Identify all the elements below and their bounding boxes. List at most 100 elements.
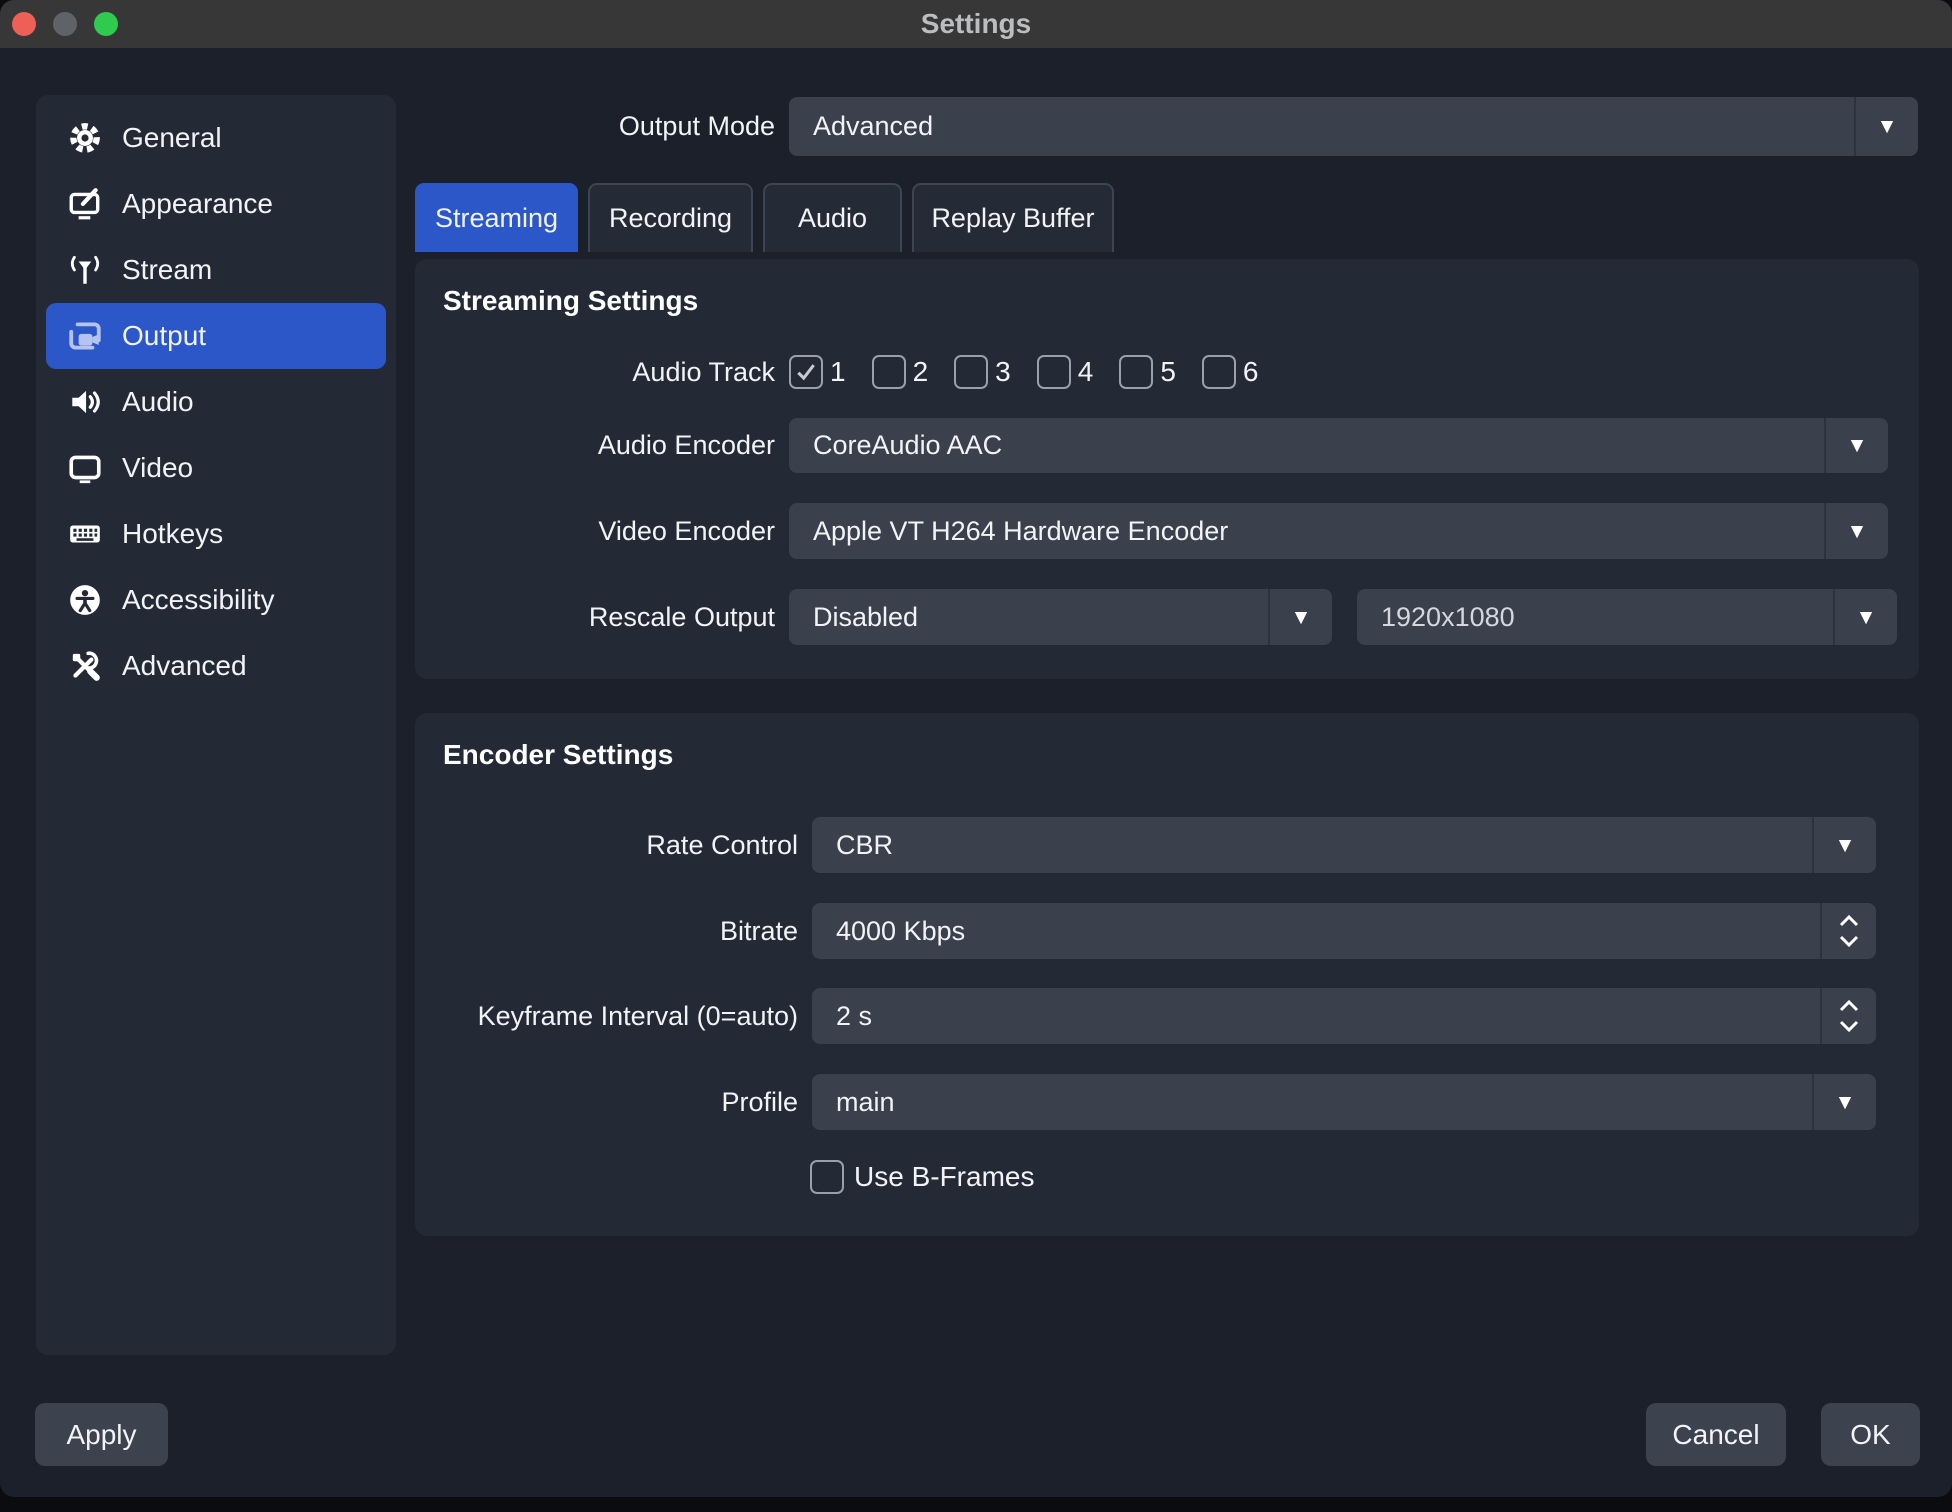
video-encoder-value: Apple VT H264 Hardware Encoder	[813, 516, 1228, 547]
chevron-down-icon	[1838, 935, 1860, 948]
rescale-resolution-value: 1920x1080	[1381, 602, 1515, 633]
rate-control-select[interactable]: CBR ▼	[812, 817, 1876, 873]
person-circle-icon	[66, 581, 104, 619]
close-button[interactable]	[12, 12, 36, 36]
use-bframes-checkbox[interactable]	[810, 1160, 844, 1194]
sidebar-item-label: Appearance	[122, 188, 273, 220]
window-title: Settings	[921, 8, 1031, 40]
profile-value: main	[836, 1087, 895, 1118]
chevron-down-icon: ▼	[1833, 589, 1897, 645]
chevron-up-icon	[1838, 999, 1860, 1012]
chevron-down-icon	[1838, 1020, 1860, 1033]
sidebar-item-label: Video	[122, 452, 193, 484]
checkmark-icon	[793, 359, 819, 385]
audio-encoder-select[interactable]: CoreAudio AAC ▼	[789, 418, 1888, 473]
gear-icon	[66, 119, 104, 157]
sidebar-item-output[interactable]: Output	[46, 303, 386, 369]
keyboard-icon	[66, 515, 104, 553]
checkbox[interactable]	[872, 355, 906, 389]
chevron-down-icon: ▼	[1268, 589, 1332, 645]
audio-encoder-value: CoreAudio AAC	[813, 430, 1002, 461]
encoder-settings-group: Encoder Settings Rate Control CBR ▼ Bitr…	[415, 713, 1919, 1236]
checkbox[interactable]	[954, 355, 988, 389]
settings-window: Settings General	[0, 0, 1952, 1512]
antenna-icon	[66, 251, 104, 289]
chevron-up-icon	[1838, 914, 1860, 927]
sidebar-item-appearance[interactable]: Appearance	[46, 171, 386, 237]
rescale-resolution-select[interactable]: 1920x1080 ▼	[1357, 589, 1897, 645]
chevron-down-icon: ▼	[1812, 817, 1876, 873]
titlebar: Settings	[0, 0, 1952, 48]
checkbox[interactable]	[789, 355, 823, 389]
sidebar-item-label: Output	[122, 320, 206, 352]
tab-replay-buffer[interactable]: Replay Buffer	[912, 183, 1114, 252]
minimize-button[interactable]	[53, 12, 77, 36]
audio-track-5[interactable]: 5	[1119, 355, 1176, 389]
profile-label: Profile	[415, 1074, 798, 1130]
audio-track-3[interactable]: 3	[954, 355, 1011, 389]
chevron-down-icon: ▼	[1824, 418, 1888, 473]
rescale-output-select[interactable]: Disabled ▼	[789, 589, 1332, 645]
audio-encoder-label: Audio Encoder	[415, 418, 775, 473]
tab-streaming[interactable]: Streaming	[415, 183, 578, 252]
display-camera-icon	[66, 317, 104, 355]
checkbox[interactable]	[1202, 355, 1236, 389]
audio-track-6[interactable]: 6	[1202, 355, 1259, 389]
encoder-settings-title: Encoder Settings	[443, 739, 673, 771]
ok-button[interactable]: OK	[1821, 1403, 1920, 1466]
sidebar-item-accessibility[interactable]: Accessibility	[46, 567, 386, 633]
monitor-icon	[66, 449, 104, 487]
apply-button[interactable]: Apply	[35, 1403, 168, 1466]
rescale-output-value: Disabled	[813, 602, 918, 633]
sidebar-item-audio[interactable]: Audio	[46, 369, 386, 435]
bitrate-label: Bitrate	[415, 903, 798, 959]
audio-track-4[interactable]: 4	[1037, 355, 1094, 389]
output-mode-value: Advanced	[813, 111, 933, 142]
chevron-down-icon: ▼	[1812, 1074, 1876, 1130]
window-body: Settings General	[0, 0, 1952, 1497]
sidebar-item-label: Stream	[122, 254, 212, 286]
rate-control-value: CBR	[836, 830, 893, 861]
tab-recording[interactable]: Recording	[588, 183, 753, 252]
keyframe-interval-input[interactable]: 2 s	[812, 988, 1876, 1044]
keyframe-interval-value: 2 s	[836, 1001, 872, 1032]
keyframe-interval-label: Keyframe Interval (0=auto)	[415, 988, 798, 1044]
spinner-controls[interactable]	[1820, 988, 1876, 1044]
audio-track-checkboxes: 1 2 3	[789, 355, 1258, 389]
spinner-controls[interactable]	[1820, 903, 1876, 959]
bitrate-input[interactable]: 4000 Kbps	[812, 903, 1876, 959]
rate-control-label: Rate Control	[415, 817, 798, 873]
sidebar-item-video[interactable]: Video	[46, 435, 386, 501]
streaming-settings-title: Streaming Settings	[443, 285, 698, 317]
speaker-icon	[66, 383, 104, 421]
sidebar-item-label: Hotkeys	[122, 518, 223, 550]
sidebar-item-general[interactable]: General	[46, 105, 386, 171]
audio-track-2[interactable]: 2	[872, 355, 929, 389]
video-encoder-select[interactable]: Apple VT H264 Hardware Encoder ▼	[789, 503, 1888, 559]
sidebar-item-label: Audio	[122, 386, 194, 418]
checkbox[interactable]	[1037, 355, 1071, 389]
use-bframes-label: Use B-Frames	[854, 1161, 1034, 1193]
tab-audio[interactable]: Audio	[763, 183, 902, 252]
audio-track-label: Audio Track	[415, 355, 775, 389]
zoom-button[interactable]	[94, 12, 118, 36]
sidebar-item-label: Accessibility	[122, 584, 274, 616]
monitor-pencil-icon	[66, 185, 104, 223]
chevron-down-icon: ▼	[1824, 503, 1888, 559]
checkbox[interactable]	[1119, 355, 1153, 389]
audio-track-1[interactable]: 1	[789, 355, 846, 389]
cancel-button[interactable]: Cancel	[1646, 1403, 1786, 1466]
sidebar-item-advanced[interactable]: Advanced	[46, 633, 386, 699]
chevron-down-icon: ▼	[1854, 97, 1918, 156]
bitrate-value: 4000 Kbps	[836, 916, 965, 947]
traffic-lights	[12, 12, 118, 36]
output-mode-select[interactable]: Advanced ▼	[789, 97, 1918, 156]
sidebar-item-stream[interactable]: Stream	[46, 237, 386, 303]
sidebar-item-hotkeys[interactable]: Hotkeys	[46, 501, 386, 567]
output-tabs: Streaming Recording Audio Replay Buffer	[415, 183, 1114, 252]
streaming-settings-group: Streaming Settings Audio Track 1 2	[415, 259, 1919, 679]
output-mode-label: Output Mode	[415, 97, 775, 156]
profile-select[interactable]: main ▼	[812, 1074, 1876, 1130]
crossed-tools-icon	[66, 647, 104, 685]
use-bframes-row[interactable]: Use B-Frames	[810, 1159, 1034, 1195]
